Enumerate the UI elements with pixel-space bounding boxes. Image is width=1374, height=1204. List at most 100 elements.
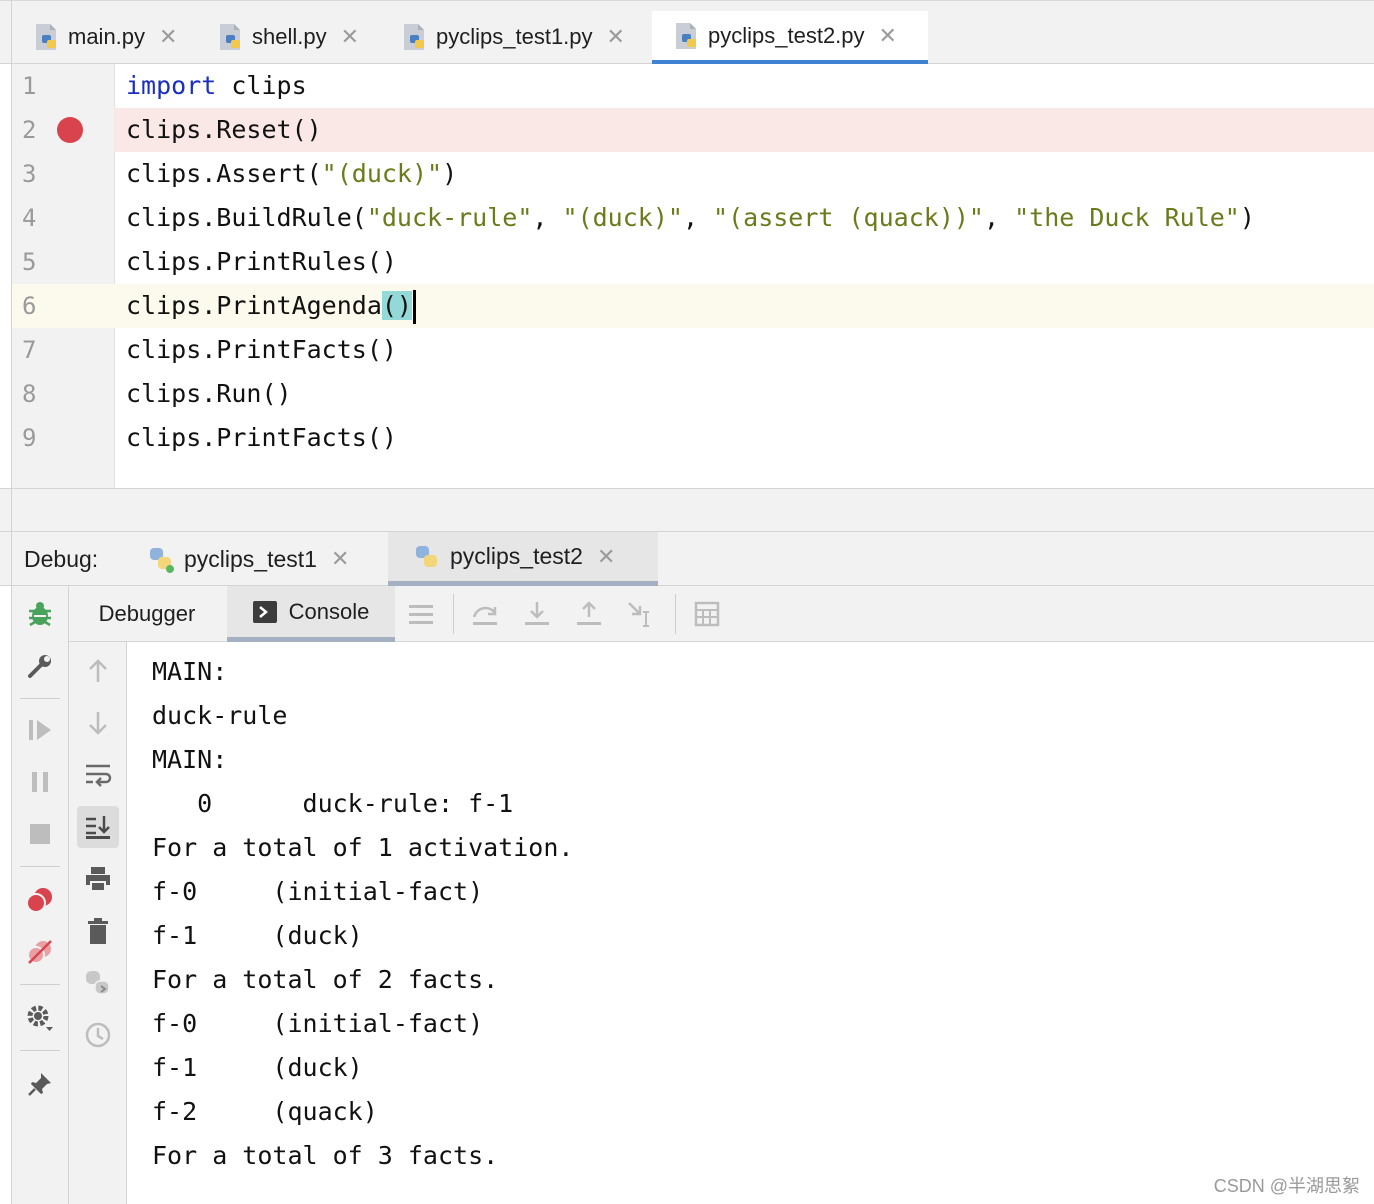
debug-session-tab-pyclips-test1[interactable]: pyclips_test1 ✕: [146, 532, 359, 586]
tab-pyclips-test1-py[interactable]: pyclips_test1.py ✕: [400, 11, 625, 63]
close-icon[interactable]: ✕: [159, 24, 177, 50]
code-text: clips.BuildRule("duck-rule", "(duck)", "…: [126, 203, 1255, 232]
text-caret: [412, 290, 416, 324]
python-run-icon: [150, 548, 174, 573]
console-line: f-0 (initial-fact): [152, 1009, 484, 1038]
code-text: clips.Run(): [126, 379, 292, 408]
session-label: pyclips_test2: [450, 543, 583, 569]
console-line: For a total of 3 facts.: [152, 1141, 499, 1170]
tab-debugger[interactable]: Debugger: [69, 586, 225, 642]
scroll-to-end-icon[interactable]: [77, 806, 119, 848]
console-line: For a total of 2 facts.: [152, 965, 499, 994]
line-number: 3: [22, 160, 37, 188]
print-icon[interactable]: [77, 858, 119, 900]
console-line: f-1 (duck): [152, 921, 363, 950]
console-output[interactable]: MAIN: duck-rule MAIN: 0 duck-rule: f-1 F…: [128, 642, 1374, 1204]
code-line[interactable]: 3 clips.Assert("(duck)"): [0, 152, 1374, 196]
code-line[interactable]: 7 clips.PrintFacts(): [0, 328, 1374, 372]
code-text: import clips: [126, 71, 307, 100]
code-text: clips.PrintFacts(): [126, 335, 397, 364]
session-label: pyclips_test1: [184, 545, 317, 572]
close-icon[interactable]: ✕: [879, 23, 897, 49]
code-line[interactable]: 1 import clips: [0, 64, 1374, 108]
close-icon[interactable]: ✕: [597, 544, 615, 570]
trash-icon[interactable]: [77, 910, 119, 952]
code-line-breakpoint[interactable]: 2 clips.Reset(): [0, 108, 1374, 152]
stop-icon[interactable]: [20, 814, 60, 854]
python-file-icon: [404, 24, 424, 50]
code-text: clips.PrintFacts(): [126, 423, 397, 452]
debug-console-toolbar: Debugger Console: [69, 586, 1374, 642]
python-console-icon[interactable]: [77, 962, 119, 1004]
panel-splitter[interactable]: [0, 488, 1374, 533]
line-number: 5: [22, 248, 37, 276]
tab-main-py[interactable]: main.py ✕: [32, 11, 177, 63]
up-arrow-icon[interactable]: [77, 650, 119, 692]
python-file-icon: [220, 24, 240, 50]
string-literal: "(duck)": [321, 159, 443, 188]
settings-gear-icon[interactable]: [20, 998, 60, 1038]
console-line: f-0 (initial-fact): [152, 877, 484, 906]
pause-icon[interactable]: [20, 762, 60, 802]
resume-icon[interactable]: [20, 710, 60, 750]
view-breakpoints-icon[interactable]: [20, 880, 60, 920]
console-line: For a total of 1 activation.: [152, 833, 574, 862]
python-file-icon: [676, 22, 696, 49]
console-line: 0 duck-rule: f-1: [152, 789, 514, 818]
keyword: import: [126, 71, 217, 100]
threads-list-icon[interactable]: [403, 596, 439, 632]
tab-label: shell.py: [252, 24, 327, 49]
step-out-icon[interactable]: [571, 596, 607, 632]
console-line: f-1 (duck): [152, 1053, 363, 1082]
python-run-icon: [416, 545, 437, 567]
tab-console[interactable]: Console: [227, 586, 395, 642]
console-side-toolbar: [69, 642, 127, 1204]
evaluate-expression-icon[interactable]: [689, 596, 725, 632]
code-line[interactable]: 5 clips.PrintRules(): [0, 240, 1374, 284]
bug-icon[interactable]: [20, 594, 60, 634]
code-line[interactable]: 4 clips.BuildRule("duck-rule", "(duck)",…: [0, 196, 1374, 240]
debug-left-toolbar: [11, 586, 69, 1204]
tab-label: Console: [288, 598, 370, 624]
matched-brace: (): [381, 291, 412, 320]
close-icon[interactable]: ✕: [341, 24, 359, 50]
code-text: clips.Reset(): [126, 115, 322, 144]
close-icon[interactable]: ✕: [607, 24, 625, 50]
code-line[interactable]: 8 clips.Run(): [0, 372, 1374, 416]
tab-label: Debugger: [98, 601, 196, 626]
run-to-cursor-icon[interactable]: [623, 596, 659, 632]
string-literal: "(duck)": [562, 203, 683, 232]
line-number: 7: [22, 336, 37, 364]
history-clock-icon[interactable]: [77, 1014, 119, 1056]
tab-pyclips-test2-py[interactable]: pyclips_test2.py ✕: [652, 11, 928, 65]
console-line: f-2 (quack): [152, 1097, 378, 1126]
code-text: clips.PrintAgenda(): [126, 284, 416, 328]
console-line: duck-rule: [152, 701, 288, 730]
tab-shell-py[interactable]: shell.py ✕: [216, 11, 359, 63]
string-literal: "(assert (quack))": [713, 203, 984, 232]
code-line[interactable]: 9 clips.PrintFacts(): [0, 416, 1374, 460]
debug-session-tab-pyclips-test2[interactable]: pyclips_test2 ✕: [388, 532, 658, 586]
console-line: MAIN:: [152, 745, 228, 774]
line-number: 9: [22, 424, 37, 452]
watermark: CSDN @半湖思絮: [1213, 1176, 1360, 1196]
string-literal: "duck-rule": [366, 203, 533, 232]
line-number: 8: [22, 380, 37, 408]
step-over-icon[interactable]: [467, 596, 503, 632]
line-number: 2: [22, 116, 37, 144]
step-into-icon[interactable]: [519, 596, 555, 632]
soft-wrap-icon[interactable]: [77, 754, 119, 796]
down-arrow-icon[interactable]: [77, 702, 119, 744]
string-literal: "the Duck Rule": [1014, 203, 1240, 232]
line-number: 6: [22, 292, 37, 320]
breakpoint-icon[interactable]: [57, 117, 83, 143]
console-line: MAIN:: [152, 657, 228, 686]
close-icon[interactable]: ✕: [331, 546, 349, 572]
code-line-current[interactable]: 6 clips.PrintAgenda(): [0, 284, 1374, 328]
mute-breakpoints-icon[interactable]: [20, 932, 60, 972]
code-editor[interactable]: 1 import clips 2 clips.Reset() 3 clips.A…: [0, 64, 1374, 488]
debug-tool-window-header: Debug: pyclips_test1 ✕ pyclips_test2 ✕: [0, 532, 1374, 586]
wrench-icon[interactable]: [20, 646, 60, 686]
code-text: clips.PrintRules(): [126, 247, 397, 276]
pin-icon[interactable]: [20, 1064, 60, 1104]
